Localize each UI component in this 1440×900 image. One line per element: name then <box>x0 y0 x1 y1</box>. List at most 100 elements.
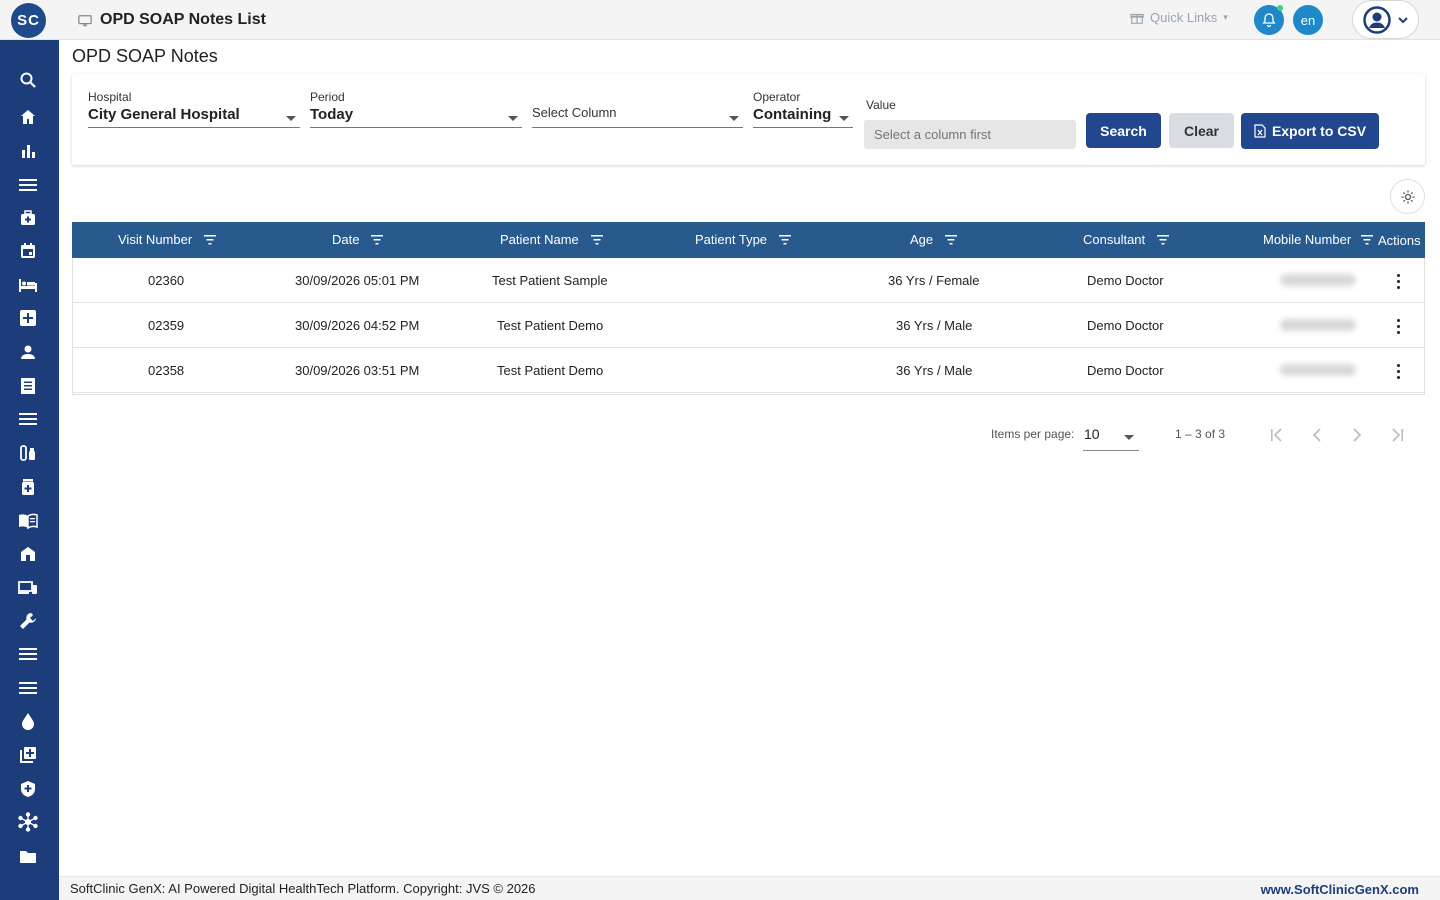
list-icon[interactable] <box>18 409 38 429</box>
export-csv-button[interactable]: Export to CSV <box>1241 113 1379 149</box>
bed-icon[interactable] <box>18 275 38 295</box>
folder-icon[interactable] <box>18 846 38 866</box>
header-label: Age <box>910 232 934 247</box>
mobile-number-redacted <box>1280 274 1356 286</box>
value-label: Value <box>866 98 896 112</box>
app-title: OPD SOAP Notes List <box>100 11 266 28</box>
shield-icon[interactable] <box>18 779 38 799</box>
export-csv-label: Export to CSV <box>1271 123 1367 139</box>
book-icon[interactable] <box>18 511 38 531</box>
previous-page-button[interactable] <box>1306 424 1328 446</box>
pharmacy-icon[interactable] <box>18 477 38 497</box>
calendar-icon[interactable] <box>18 241 38 261</box>
mobile-number-redacted <box>1280 319 1356 331</box>
menu-icon[interactable] <box>18 175 38 195</box>
last-page-icon <box>1392 428 1403 442</box>
wrench-icon[interactable] <box>18 611 38 631</box>
lines-icon[interactable] <box>18 678 38 698</box>
row-actions-button[interactable] <box>1390 362 1406 380</box>
operator-value: Containing <box>753 106 832 123</box>
consultant-cell: Demo Doctor <box>1087 318 1164 333</box>
operator-underline <box>753 127 853 128</box>
header-age[interactable]: Age <box>910 232 958 247</box>
receipt-icon[interactable] <box>18 376 38 396</box>
consultant-cell: Demo Doctor <box>1087 273 1164 288</box>
lines-icon[interactable] <box>18 644 38 664</box>
medical-bag-icon[interactable] <box>18 208 38 228</box>
filter-icon[interactable] <box>1361 234 1374 245</box>
hub-icon[interactable] <box>18 812 38 832</box>
header-date[interactable]: Date <box>332 232 384 247</box>
filter-icon[interactable] <box>945 234 958 245</box>
visit-number-cell: 02359 <box>148 318 185 333</box>
value-input[interactable] <box>864 120 1076 149</box>
page-title: OPD SOAP Notes <box>72 46 218 66</box>
filter-panel: Hospital City General Hospital Period To… <box>72 74 1425 165</box>
clear-button[interactable]: Clear <box>1169 113 1234 148</box>
header-consultant[interactable]: Consultant <box>1083 232 1170 247</box>
person-icon[interactable] <box>18 342 38 362</box>
first-page-button[interactable] <box>1266 424 1288 446</box>
last-page-button[interactable] <box>1386 424 1408 446</box>
filter-icon[interactable] <box>1157 234 1170 245</box>
header-patient-type[interactable]: Patient Type <box>695 232 792 247</box>
header-mobile-number[interactable]: Mobile Number <box>1263 232 1374 247</box>
patient-name-cell: Test Patient Sample <box>492 273 608 288</box>
home-icon[interactable] <box>18 107 38 127</box>
column-settings-button[interactable] <box>1390 179 1425 214</box>
filter-icon[interactable] <box>204 234 217 245</box>
dropdown-arrow-icon <box>286 116 296 121</box>
value-label-text: Value <box>866 98 896 112</box>
header-label: Actions <box>1378 233 1421 248</box>
library-add-icon[interactable] <box>18 745 38 765</box>
gear-icon <box>1401 190 1414 203</box>
quick-links-menu[interactable]: Quick Links ▾ <box>1130 10 1228 25</box>
store-icon[interactable] <box>18 544 38 564</box>
devices-icon[interactable] <box>18 578 38 598</box>
chevron-left-icon <box>1312 428 1321 442</box>
gift-icon <box>1130 13 1144 24</box>
items-per-page-select[interactable]: 10 <box>1083 425 1139 451</box>
profile-menu[interactable] <box>1352 0 1419 39</box>
date-cell: 30/09/2026 04:52 PM <box>295 318 420 333</box>
soap-notes-table: Visit Number Date Patient Name Patient T… <box>72 222 1425 393</box>
bar-chart-icon[interactable] <box>18 141 38 161</box>
hospital-label: Hospital <box>88 90 132 104</box>
date-cell: 30/09/2026 03:51 PM <box>295 363 420 378</box>
table-row[interactable]: 02360 30/09/2026 05:01 PM Test Patient S… <box>72 258 1425 303</box>
hospital-select[interactable]: Hospital City General Hospital <box>88 90 300 128</box>
column-select[interactable]: Select Column <box>532 90 743 128</box>
header-actions: Actions <box>1378 233 1421 248</box>
lab-icon[interactable] <box>18 443 38 463</box>
bell-icon <box>1262 13 1276 28</box>
filter-icon[interactable] <box>371 234 384 245</box>
header-patient-name[interactable]: Patient Name <box>500 232 603 247</box>
language-button[interactable]: en <box>1293 5 1323 35</box>
dropdown-arrow-icon <box>508 116 518 121</box>
search-icon[interactable] <box>18 70 38 90</box>
operator-select[interactable]: Operator Containing <box>753 90 853 128</box>
row-actions-button[interactable] <box>1390 272 1406 290</box>
next-page-button[interactable] <box>1346 424 1368 446</box>
chevron-down-icon <box>1397 16 1408 23</box>
table-header: Visit Number Date Patient Name Patient T… <box>72 222 1425 258</box>
header-label: Patient Type <box>695 232 768 247</box>
add-box-icon[interactable] <box>18 308 38 328</box>
table-row[interactable]: 02358 30/09/2026 03:51 PM Test Patient D… <box>72 348 1425 393</box>
header-visit-number[interactable]: Visit Number <box>118 232 217 247</box>
filter-icon[interactable] <box>590 234 603 245</box>
app-logo[interactable]: SC <box>11 3 46 38</box>
chevron-down-icon: ▾ <box>1223 12 1228 22</box>
header-label: Consultant <box>1083 232 1146 247</box>
items-per-page-value: 10 <box>1084 426 1100 442</box>
period-select[interactable]: Period Today <box>310 90 522 128</box>
blood-drop-icon[interactable] <box>18 711 38 731</box>
search-button[interactable]: Search <box>1086 113 1161 148</box>
chevron-right-icon <box>1353 428 1362 442</box>
filter-icon[interactable] <box>779 234 792 245</box>
row-actions-button[interactable] <box>1390 317 1406 335</box>
notification-dot <box>1277 5 1283 11</box>
table-row[interactable]: 02359 30/09/2026 04:52 PM Test Patient D… <box>72 303 1425 348</box>
website-link[interactable]: www.SoftClinicGenX.com <box>1261 882 1419 897</box>
period-value: Today <box>310 106 354 123</box>
